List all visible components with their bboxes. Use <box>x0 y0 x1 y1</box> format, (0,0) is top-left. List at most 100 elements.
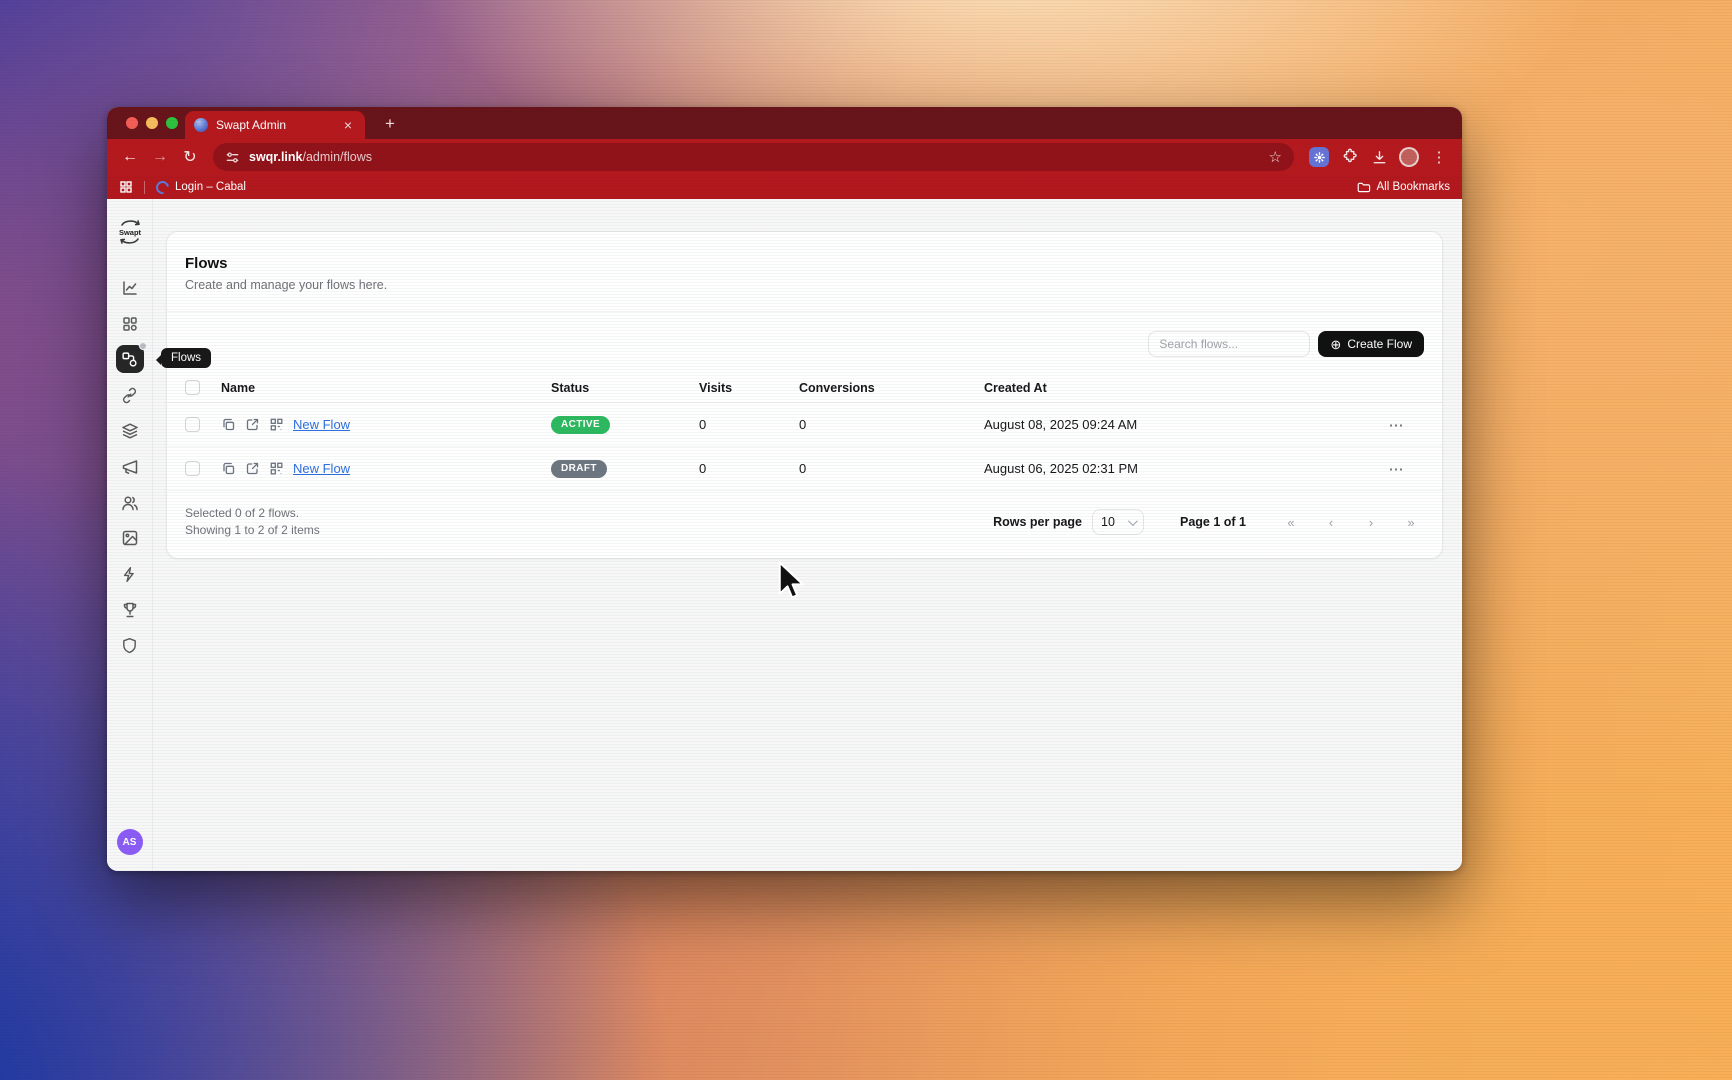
browser-toolbar: ← → ↻ swqr.link/admin/flows ☆ <box>107 139 1462 175</box>
sidebar-item-dashboard[interactable] <box>116 310 144 338</box>
page-subtitle: Create and manage your flows here. <box>185 278 1424 292</box>
apps-grid-icon[interactable] <box>119 180 133 194</box>
column-conversions: Conversions <box>799 381 984 395</box>
created-at-cell: August 08, 2025 09:24 AM <box>984 417 1368 432</box>
pagination-controls: Rows per page 10 Page 1 of 1 « ‹ › » <box>993 509 1424 535</box>
table-header: Name Status Visits Conversions Created A… <box>167 373 1442 403</box>
browser-tab-strip: Swapt Admin × + <box>107 107 1462 139</box>
sidebar-item-media[interactable] <box>116 524 144 552</box>
bookmark-label: Login – Cabal <box>175 181 246 193</box>
row-actions-kebab-icon[interactable]: ⋯ <box>1368 416 1424 434</box>
external-link-icon[interactable] <box>245 417 260 432</box>
profile-avatar-icon[interactable] <box>1396 144 1422 170</box>
row-checkbox[interactable] <box>185 417 200 432</box>
download-icon[interactable] <box>1366 144 1392 170</box>
minimize-window-button[interactable] <box>146 117 158 129</box>
address-bar[interactable]: swqr.link/admin/flows ☆ <box>213 143 1294 171</box>
qr-code-icon[interactable] <box>269 417 284 432</box>
megaphone-icon <box>121 458 139 476</box>
sidebar-item-users[interactable] <box>116 489 144 517</box>
app-content: Swapt <box>107 199 1462 871</box>
flows-card: Flows Create and manage your flows here.… <box>166 231 1443 559</box>
layers-icon <box>121 422 139 440</box>
browser-tab[interactable]: Swapt Admin × <box>185 111 365 139</box>
bookmark-item[interactable]: Login – Cabal <box>156 181 246 194</box>
users-icon <box>121 494 139 512</box>
sidebar-item-security[interactable] <box>116 631 144 659</box>
blue-extension-icon <box>1309 147 1329 167</box>
mouse-cursor <box>776 560 806 604</box>
desktop-wallpaper: Swapt Admin × + ← → ↻ swqr.link/admin/fl… <box>0 0 1732 1080</box>
url-domain: swqr.link <box>249 150 303 164</box>
chevron-down-icon <box>1128 516 1138 526</box>
column-visits: Visits <box>699 381 799 395</box>
rows-per-page-label: Rows per page <box>993 515 1082 529</box>
flows-tooltip: Flows <box>161 348 211 368</box>
table-row: New Flow ACTIVE 0 0 August 08, 2025 09:2… <box>167 403 1442 447</box>
copy-icon[interactable] <box>221 417 236 432</box>
all-bookmarks-button[interactable]: All Bookmarks <box>1357 181 1451 194</box>
table-row: New Flow DRAFT 0 0 August 06, 2025 02:31… <box>167 447 1442 491</box>
tab-title: Swapt Admin <box>216 118 332 132</box>
sidebar-item-layers[interactable] <box>116 417 144 445</box>
close-window-button[interactable] <box>126 117 138 129</box>
status-badge: DRAFT <box>551 460 607 478</box>
trophy-icon <box>121 601 139 619</box>
last-page-button[interactable]: » <box>1398 509 1424 535</box>
copy-icon[interactable] <box>221 461 236 476</box>
conversions-cell: 0 <box>799 417 984 432</box>
bookmark-star-icon[interactable]: ☆ <box>1269 148 1282 166</box>
tab-favicon <box>194 118 208 132</box>
chrome-menu-kebab-icon[interactable]: ⋮ <box>1426 144 1452 170</box>
swapt-logo[interactable]: Swapt <box>113 215 147 249</box>
selected-count-text: Selected 0 of 2 flows. <box>185 505 320 522</box>
sidebar-item-links[interactable] <box>116 381 144 409</box>
sidebar-item-analytics[interactable] <box>116 274 144 302</box>
app-sidebar: Swapt <box>107 199 153 871</box>
status-cell: DRAFT <box>551 459 699 478</box>
column-name: Name <box>221 381 551 395</box>
status-badge: ACTIVE <box>551 416 610 434</box>
tab-close-icon[interactable]: × <box>340 117 356 133</box>
name-cell: New Flow <box>221 417 551 432</box>
window-controls <box>126 117 178 129</box>
zoom-window-button[interactable] <box>166 117 178 129</box>
url-path: /admin/flows <box>303 150 372 164</box>
back-icon[interactable]: ← <box>117 144 143 170</box>
external-link-icon[interactable] <box>245 461 260 476</box>
qr-code-icon[interactable] <box>269 461 284 476</box>
reload-icon[interactable]: ↻ <box>177 144 203 170</box>
create-flow-button[interactable]: ⊕ Create Flow <box>1318 331 1424 357</box>
bookmarks-bar: Login – Cabal All Bookmarks <box>107 175 1462 199</box>
search-input[interactable] <box>1148 331 1310 357</box>
flow-name-link[interactable]: New Flow <box>293 417 350 432</box>
avatar <box>1399 147 1419 167</box>
column-created-at: Created At <box>984 381 1368 395</box>
prev-page-button[interactable]: ‹ <box>1318 509 1344 535</box>
sidebar-item-flows[interactable] <box>116 345 144 373</box>
next-page-button[interactable]: › <box>1358 509 1384 535</box>
table-footer: Selected 0 of 2 flows. Showing 1 to 2 of… <box>167 491 1442 558</box>
visits-cell: 0 <box>699 417 799 432</box>
forward-icon[interactable]: → <box>147 144 173 170</box>
sidebar-item-announcements[interactable] <box>116 453 144 481</box>
user-avatar[interactable]: AS <box>117 829 143 855</box>
new-tab-button[interactable]: + <box>379 111 401 139</box>
select-all-checkbox[interactable] <box>185 380 200 395</box>
status-cell: ACTIVE <box>551 415 699 434</box>
page-indicator: Page 1 of 1 <box>1180 515 1246 529</box>
site-settings-icon[interactable] <box>225 150 240 165</box>
extension-pinned-icon[interactable] <box>1306 144 1332 170</box>
row-actions-kebab-icon[interactable]: ⋯ <box>1368 460 1424 478</box>
first-page-button[interactable]: « <box>1278 509 1304 535</box>
extensions-puzzle-icon[interactable] <box>1336 144 1362 170</box>
flow-name-link[interactable]: New Flow <box>293 461 350 476</box>
sidebar-item-integrations[interactable] <box>116 560 144 588</box>
column-status: Status <box>551 381 699 395</box>
logo-text: Swapt <box>118 228 141 237</box>
rows-per-page-select[interactable]: 10 <box>1092 509 1144 535</box>
folder-icon <box>1357 181 1371 194</box>
link-icon <box>121 387 138 404</box>
row-checkbox[interactable] <box>185 461 200 476</box>
sidebar-item-rewards[interactable] <box>116 596 144 624</box>
